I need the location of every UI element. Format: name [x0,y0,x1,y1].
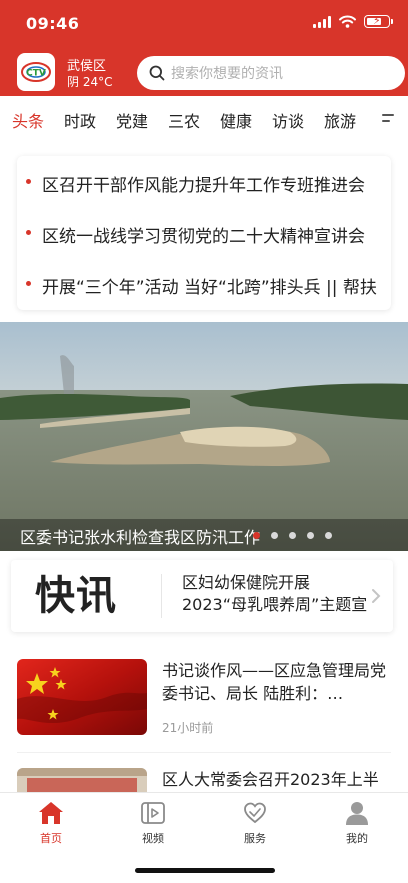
news-thumbnail [17,768,147,792]
search-icon [149,65,165,81]
location-city[interactable]: 武侯区 [67,55,106,74]
tab-sannong[interactable]: 三农 [168,108,200,132]
nav-service-label: 服务 [244,832,266,845]
divider [17,752,391,753]
banner-caption-bar: 区委书记张水利检查我区防汛工作 [0,519,408,551]
carousel-dot[interactable] [325,532,332,539]
headline-text: 区召开干部作风能力提升年工作专班推进会 [42,176,365,196]
status-time: 09:46 [26,14,80,33]
headline-item[interactable]: 开展“三个年”活动 当好“北跨”排头兵 || 帮扶 [17,269,391,299]
ctv-logo-icon: CTV [21,62,51,82]
news-item[interactable]: 书记谈作风——区应急管理局党委书记、局长 陆胜利：… 21小时前 [17,659,391,745]
flash-logo: 快讯 [35,573,117,619]
flash-text: 区妇幼保健院开展2023“母乳喂养周”主题宣传活动 [182,573,368,618]
flash-news-card[interactable]: 快讯 区妇幼保健院开展2023“母乳喂养周”主题宣传活动 [11,560,393,632]
flag-image [17,659,147,735]
app-logo[interactable]: CTV [17,53,55,91]
news-thumbnail [17,659,147,735]
tab-toutiao[interactable]: 头条 [12,108,44,132]
news-title: 书记谈作风——区应急管理局党委书记、局长 陆胜利：… [162,661,387,703]
carousel-dot[interactable] [307,532,314,539]
logo-text: CTV [26,69,46,79]
status-icons: ⚡ [313,14,393,28]
banner-carousel[interactable]: 区委书记张水利检查我区防汛工作 [0,322,408,551]
tab-menu-icon[interactable] [374,112,398,126]
battery-icon: ⚡ [364,14,393,28]
flash-divider [161,574,162,618]
search-placeholder: 搜索你想要的资讯 [171,66,283,82]
home-indicator[interactable] [135,868,275,873]
carousel-dot[interactable] [289,532,296,539]
banner-title: 区委书记张水利检查我区防汛工作 [20,528,261,547]
home-icon [39,802,63,824]
carousel-dot-active[interactable] [253,532,260,539]
news-item[interactable]: 区人大常委会召开2023年上半年工作会议 [17,768,391,792]
tab-dangjian[interactable]: 党建 [116,108,148,132]
signal-icon [313,15,331,28]
carousel-dot[interactable] [271,532,278,539]
bullet-dot [26,230,31,235]
banner-image [0,322,408,551]
category-tabs: 头条 时政 党建 三农 健康 访谈 旅游 [0,96,408,142]
tab-jiankang[interactable]: 健康 [220,108,252,132]
headline-text: 区统一战线学习贯彻党的二十大精神宣讲会 [42,227,365,247]
news-time: 21小时前 [162,721,214,735]
nav-home-label: 首页 [40,832,62,845]
carousel-dots [253,532,332,539]
weather-info: 阴 24°C [67,75,113,89]
bullet-dot [26,179,31,184]
tab-lvyou[interactable]: 旅游 [324,108,356,132]
search-input[interactable]: 搜索你想要的资讯 [137,56,405,90]
status-bar: 09:46 ⚡ [0,0,408,48]
user-icon [346,802,368,825]
nav-mine-label: 我的 [346,832,368,845]
heart-hands-icon [244,802,266,824]
nav-mine[interactable]: 我的 [317,793,397,853]
meeting-image [17,768,147,792]
nav-video[interactable]: 视频 [113,793,193,853]
nav-home[interactable]: 首页 [11,793,91,853]
bullet-dot [26,281,31,286]
wifi-icon [339,15,356,28]
headline-item[interactable]: 区统一战线学习贯彻党的二十大精神宣讲会 [17,218,391,248]
headline-text: 开展“三个年”活动 当好“北跨”排头兵 || 帮扶 [42,278,377,298]
tab-shizheng[interactable]: 时政 [64,108,96,132]
nav-service[interactable]: 服务 [215,793,295,853]
headline-list: 区召开干部作风能力提升年工作专班推进会 区统一战线学习贯彻党的二十大精神宣讲会 … [17,156,391,310]
news-title: 区人大常委会召开2023年上半年工作会议 [162,770,379,789]
chevron-right-icon [372,589,381,603]
headline-item[interactable]: 区召开干部作风能力提升年工作专班推进会 [17,167,391,197]
video-icon [141,802,165,824]
nav-video-label: 视频 [142,832,164,845]
tab-fangtan[interactable]: 访谈 [272,108,304,132]
